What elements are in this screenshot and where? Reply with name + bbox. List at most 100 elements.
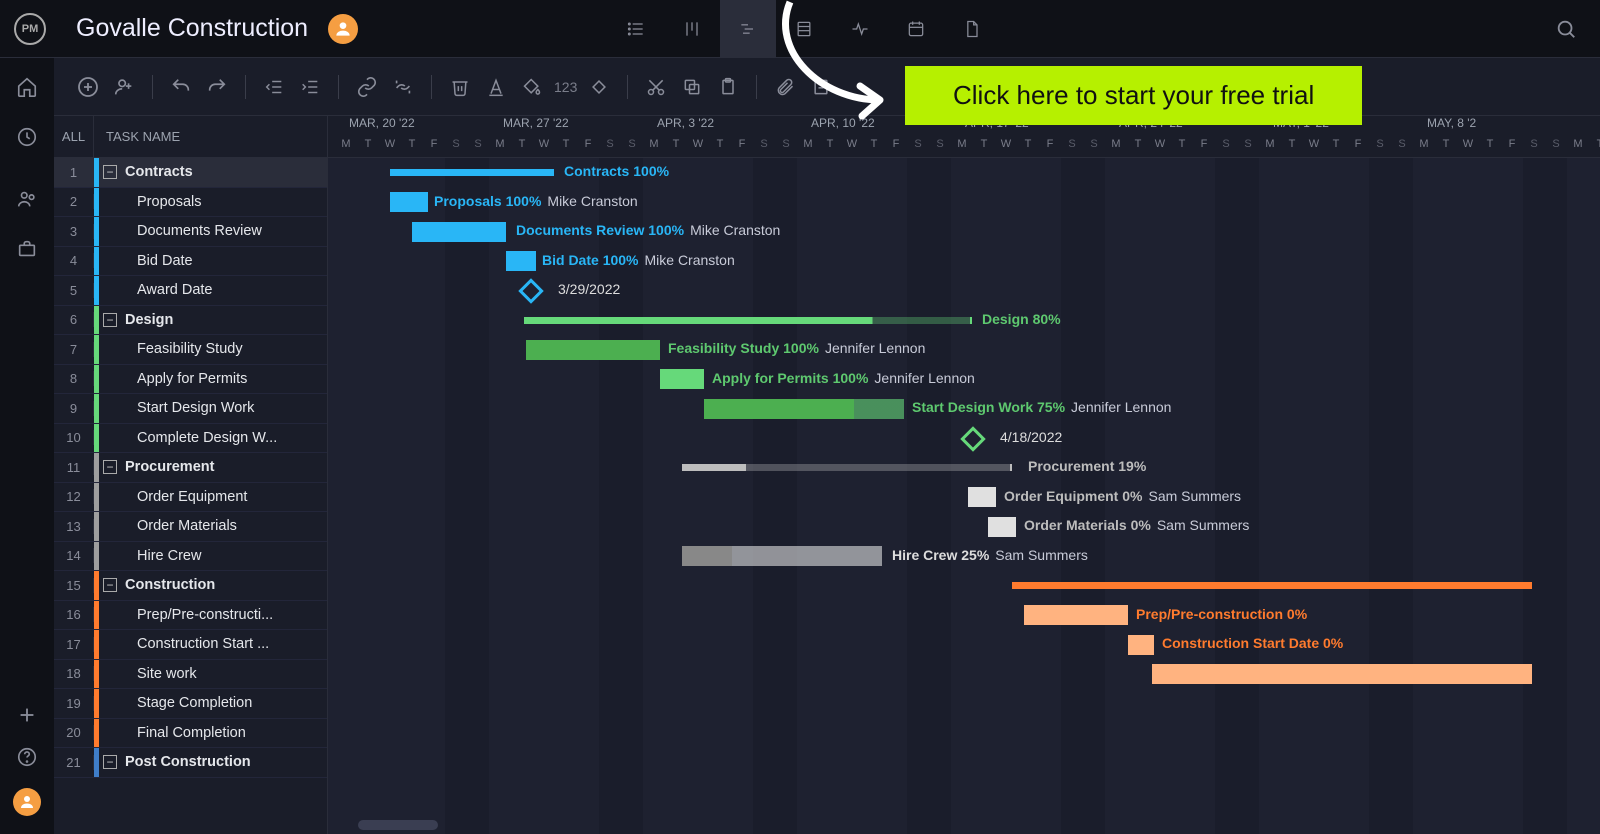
help-icon[interactable] [16, 746, 38, 768]
gantt-summary-bar[interactable] [524, 317, 972, 324]
number-format[interactable]: 123 [554, 79, 577, 95]
col-header-all[interactable]: ALL [54, 116, 94, 158]
gantt-task-bar[interactable] [988, 517, 1016, 537]
separator [756, 75, 757, 99]
gantt-task-bar[interactable] [390, 192, 428, 212]
collapse-icon[interactable]: − [103, 313, 117, 327]
gantt-row [328, 689, 1600, 719]
paste-icon[interactable] [714, 73, 742, 101]
collapse-icon[interactable]: − [103, 460, 117, 474]
timeline-day-label: W [687, 138, 709, 158]
gantt-task-bar[interactable] [1128, 635, 1154, 655]
timeline-week-label: APR, 10 '22 [811, 116, 875, 130]
home-icon[interactable] [16, 76, 38, 98]
cut-icon[interactable] [642, 73, 670, 101]
task-row[interactable]: 9Start Design Work [54, 394, 327, 424]
collapse-icon[interactable]: − [103, 165, 117, 179]
task-row[interactable]: 14Hire Crew [54, 542, 327, 572]
gantt-task-bar[interactable] [1024, 605, 1128, 625]
task-name: Award Date [99, 282, 327, 298]
assign-icon[interactable] [110, 73, 138, 101]
horizontal-scrollbar[interactable] [358, 820, 438, 830]
gantt-row: Hire Crew 25%Sam Summers [328, 542, 1600, 572]
task-row[interactable]: 17Construction Start ... [54, 630, 327, 660]
gantt-body[interactable]: Contracts 100%Proposals 100%Mike Cransto… [328, 158, 1600, 834]
link-icon[interactable] [353, 73, 381, 101]
user-avatar[interactable] [13, 788, 41, 816]
col-header-name[interactable]: TASK NAME [94, 129, 180, 144]
board-view-icon[interactable] [664, 0, 720, 58]
undo-icon[interactable] [167, 73, 195, 101]
task-row[interactable]: 19Stage Completion [54, 689, 327, 719]
gantt-task-bar[interactable] [660, 369, 704, 389]
task-row[interactable]: 8Apply for Permits [54, 365, 327, 395]
task-row[interactable]: 18Site work [54, 660, 327, 690]
add-task-icon[interactable] [74, 73, 102, 101]
paint-icon[interactable] [518, 73, 546, 101]
timeline-day-label: S [467, 138, 489, 158]
search-icon[interactable] [1546, 9, 1586, 49]
list-view-icon[interactable] [608, 0, 664, 58]
task-row[interactable]: 13Order Materials [54, 512, 327, 542]
milestone-icon[interactable] [960, 426, 985, 451]
gantt-task-bar[interactable] [1152, 664, 1532, 684]
sheet-view-icon[interactable] [776, 0, 832, 58]
team-icon[interactable] [16, 188, 38, 210]
text-style-icon[interactable] [482, 73, 510, 101]
collapse-icon[interactable]: − [103, 755, 117, 769]
gantt-task-bar[interactable] [968, 487, 996, 507]
indent-icon[interactable] [296, 73, 324, 101]
task-row[interactable]: 5Award Date [54, 276, 327, 306]
task-row[interactable]: 3Documents Review [54, 217, 327, 247]
gantt-task-bar[interactable] [682, 546, 882, 566]
task-row[interactable]: 10Complete Design W... [54, 424, 327, 454]
outdent-icon[interactable] [260, 73, 288, 101]
view-switcher [608, 0, 1000, 58]
cta-banner[interactable]: Click here to start your free trial [905, 66, 1362, 125]
task-name: Hire Crew [99, 548, 327, 564]
timeline-day-label: W [995, 138, 1017, 158]
task-row[interactable]: 15−Construction [54, 571, 327, 601]
task-row[interactable]: 1−Contracts [54, 158, 327, 188]
task-row[interactable]: 6−Design [54, 306, 327, 336]
task-row[interactable]: 11−Procurement [54, 453, 327, 483]
separator [338, 75, 339, 99]
gantt-summary-bar[interactable] [1012, 582, 1532, 589]
milestone-shape-icon[interactable] [585, 73, 613, 101]
gantt-task-bar[interactable] [412, 222, 506, 242]
logo[interactable]: PM [14, 13, 46, 45]
copy-icon[interactable] [678, 73, 706, 101]
task-row[interactable]: 2Proposals [54, 188, 327, 218]
file-view-icon[interactable] [944, 0, 1000, 58]
gantt-view-icon[interactable] [720, 0, 776, 58]
task-number: 3 [54, 224, 94, 239]
timeline-day-label: S [1545, 138, 1567, 158]
redo-icon[interactable] [203, 73, 231, 101]
calendar-view-icon[interactable] [888, 0, 944, 58]
task-row[interactable]: 12Order Equipment [54, 483, 327, 513]
milestone-icon[interactable] [518, 278, 543, 303]
recent-icon[interactable] [16, 126, 38, 148]
gantt-summary-bar[interactable] [682, 464, 1012, 471]
gantt-task-bar[interactable] [526, 340, 660, 360]
gantt-task-bar[interactable] [506, 251, 536, 271]
portfolio-icon[interactable] [16, 238, 38, 260]
note-icon[interactable] [807, 73, 835, 101]
task-row[interactable]: 16Prep/Pre-constructi... [54, 601, 327, 631]
task-row[interactable]: 7Feasibility Study [54, 335, 327, 365]
unlink-icon[interactable] [389, 73, 417, 101]
task-row[interactable]: 21−Post Construction [54, 748, 327, 778]
task-row[interactable]: 20Final Completion [54, 719, 327, 749]
activity-view-icon[interactable] [832, 0, 888, 58]
add-icon[interactable] [16, 704, 38, 726]
task-row[interactable]: 4Bid Date [54, 247, 327, 277]
delete-icon[interactable] [446, 73, 474, 101]
attachment-icon[interactable] [771, 73, 799, 101]
gantt-summary-bar[interactable] [390, 169, 554, 176]
timeline-day-label: S [775, 138, 797, 158]
timeline-day-label: M [489, 138, 511, 158]
collapse-icon[interactable]: − [103, 578, 117, 592]
gantt-task-bar[interactable] [704, 399, 904, 419]
avatar[interactable] [328, 14, 358, 44]
task-name: Proposals [99, 194, 327, 210]
